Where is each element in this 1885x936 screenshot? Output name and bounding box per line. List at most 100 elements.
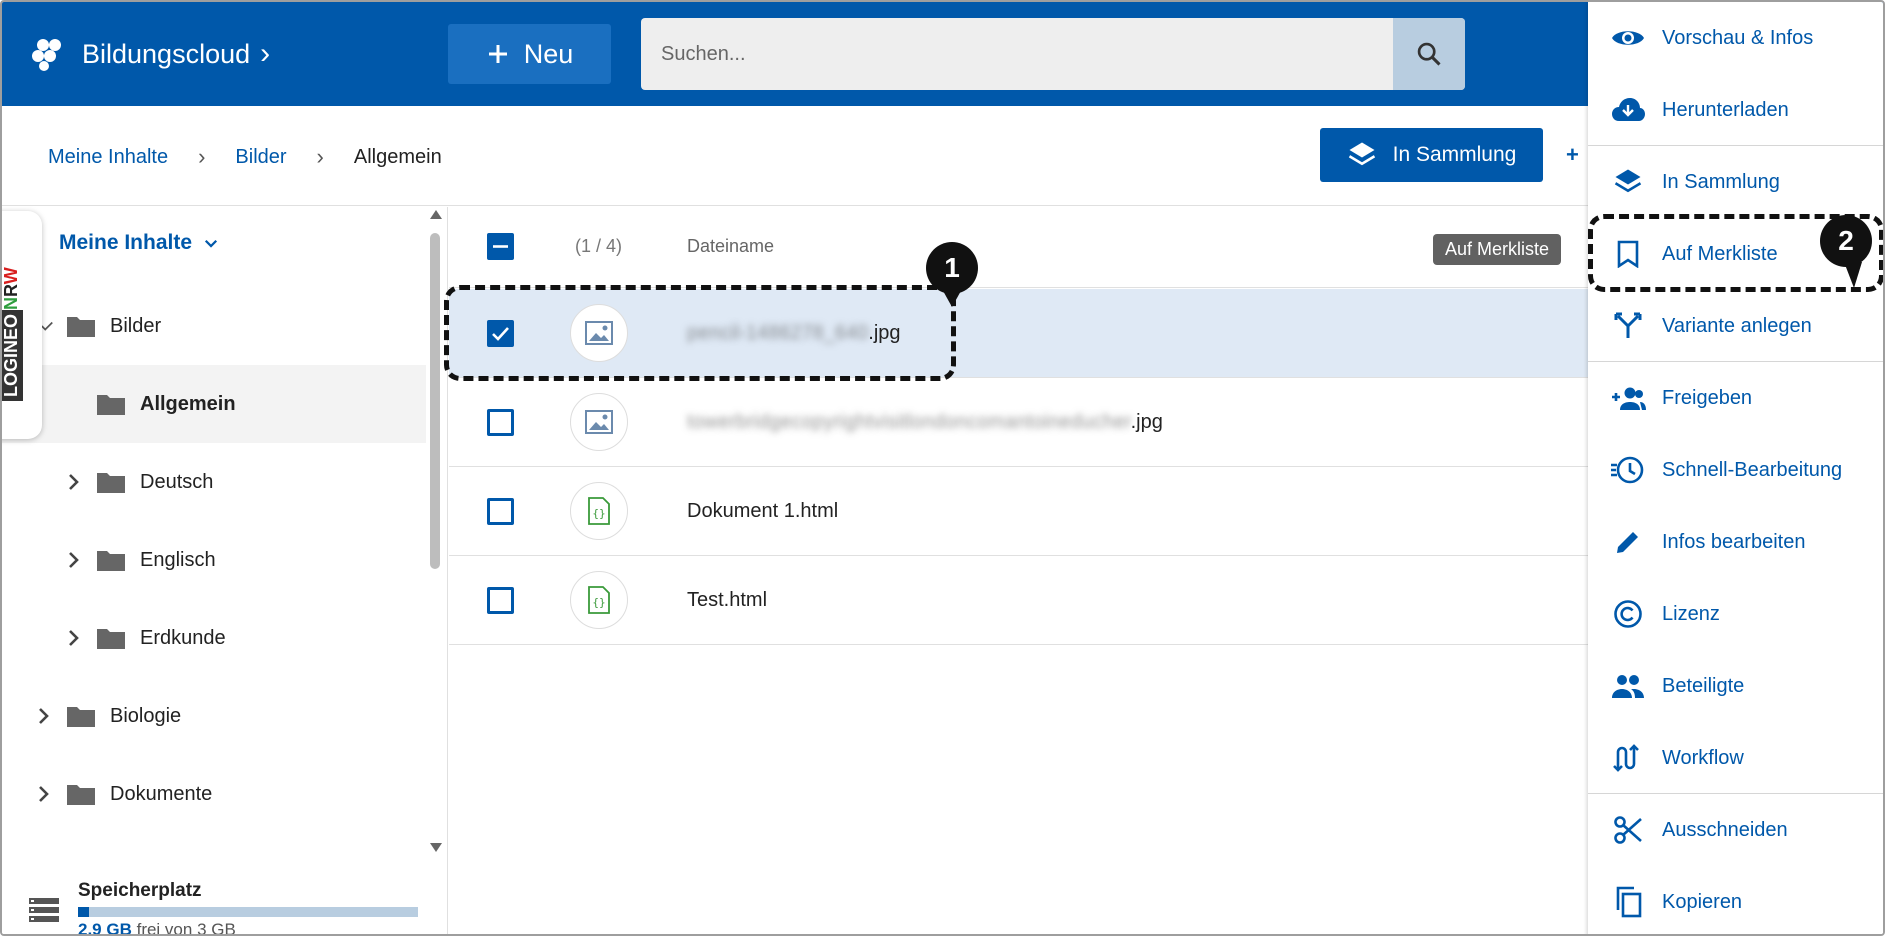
- menu-item-copy[interactable]: Kopieren: [1588, 866, 1883, 934]
- logo-letter-w: W: [1, 267, 21, 285]
- search-button[interactable]: [1393, 18, 1465, 90]
- menu-item-add-to-collection[interactable]: In Sammlung: [1588, 146, 1883, 218]
- search-input[interactable]: [641, 18, 1393, 90]
- menu-item-share[interactable]: Freigeben: [1588, 362, 1883, 434]
- file-name[interactable]: towerbridgecopyrightvisitlondoncomantoin…: [687, 411, 1163, 434]
- pencil-icon: [1610, 524, 1646, 560]
- file-row[interactable]: towerbridgecopyrightvisitlondoncomantoin…: [449, 378, 1589, 467]
- tree-item-deutsch[interactable]: Deutsch: [2, 443, 426, 521]
- menu-item-label: Freigeben: [1662, 386, 1753, 409]
- person-add-icon: [1610, 380, 1646, 416]
- menu-item-edit-info[interactable]: Infos bearbeiten: [1588, 506, 1883, 578]
- fork-icon: [1610, 308, 1646, 344]
- file-extension: .jpg: [1130, 411, 1163, 433]
- workflow-icon: [1610, 740, 1646, 776]
- tree-root-meine-inhalte[interactable]: Meine Inhalte: [59, 231, 220, 255]
- chevron-right-icon: ›: [316, 144, 324, 169]
- menu-item-label: Kopieren: [1662, 890, 1743, 913]
- storage-free-suffix: frei von 3 GB: [136, 920, 236, 936]
- html-file-icon: {}: [570, 482, 628, 540]
- tree-item-allgemein[interactable]: Allgemein: [2, 365, 426, 443]
- search-icon: [1417, 42, 1441, 66]
- folder-icon: [96, 548, 126, 572]
- cloud-download-icon: [1610, 92, 1646, 128]
- storage-free-value: 2,9 GB: [78, 920, 132, 936]
- chevron-right-icon: [66, 472, 82, 492]
- history-fast-icon: [1610, 452, 1646, 488]
- menu-item-label: Herunterladen: [1662, 98, 1789, 121]
- annotation-number: 2: [1838, 225, 1854, 256]
- svg-text:{}: {}: [592, 596, 605, 609]
- annotation-marker-2: 2: [1819, 214, 1873, 288]
- chevron-right-icon: [36, 784, 52, 804]
- new-button-label: Neu: [523, 38, 574, 69]
- menu-item-workflow[interactable]: Workflow: [1588, 722, 1883, 794]
- folder-sidebar: Meine Inhalte Bilder Allgemein Deutsch E…: [1, 207, 448, 936]
- tree-item-label: Allgemein: [140, 392, 236, 415]
- scroll-down-arrow-icon[interactable]: [429, 841, 443, 853]
- breadcrumb-item-bilder[interactable]: Bilder: [235, 146, 286, 169]
- folder-icon: [66, 704, 96, 728]
- tree-item-biologie[interactable]: Biologie: [2, 677, 426, 755]
- file-name[interactable]: Test.html: [687, 589, 767, 612]
- select-all-checkbox[interactable]: [487, 233, 514, 260]
- folder-icon: [96, 392, 126, 416]
- breadcrumb-item-meine-inhalte[interactable]: Meine Inhalte: [48, 146, 168, 169]
- logineo-nrw-badge[interactable]: LOGINEONRW: [1, 211, 42, 439]
- copy-icon: [1610, 884, 1646, 920]
- search-box: [641, 18, 1465, 90]
- row-checkbox[interactable]: [487, 498, 514, 525]
- new-button[interactable]: Neu: [448, 24, 611, 84]
- menu-item-download[interactable]: Herunterladen: [1588, 74, 1883, 146]
- tree-item-dokumente[interactable]: Dokumente: [2, 755, 426, 833]
- scroll-up-arrow-icon[interactable]: [429, 209, 443, 221]
- file-name[interactable]: Dokument 1.html: [687, 500, 838, 523]
- copyright-icon: [1610, 596, 1646, 632]
- row-checkbox[interactable]: [487, 409, 514, 436]
- annotation-marker-1: 1: [925, 241, 979, 307]
- tree-item-englisch[interactable]: Englisch: [2, 521, 426, 599]
- annotation-number: 1: [944, 252, 960, 283]
- menu-item-label: Infos bearbeiten: [1662, 530, 1806, 553]
- menu-item-label: Ausschneiden: [1662, 818, 1788, 841]
- tree-item-erdkunde[interactable]: Erdkunde: [2, 599, 426, 677]
- tree-item-label: Erdkunde: [140, 626, 226, 649]
- file-row[interactable]: {} Dokument 1.html: [449, 467, 1589, 556]
- menu-item-cut[interactable]: Ausschneiden: [1588, 794, 1883, 866]
- tree-item-bilder[interactable]: Bilder: [2, 287, 426, 365]
- layers-icon: [1610, 164, 1646, 200]
- share-button-partial[interactable]: +: [1566, 142, 1579, 168]
- menu-item-label: Beteiligte: [1662, 674, 1745, 697]
- menu-item-license[interactable]: Lizenz: [1588, 578, 1883, 650]
- folder-icon: [96, 626, 126, 650]
- chevron-right-icon: [66, 550, 82, 570]
- tree-root-label: Meine Inhalte: [59, 231, 193, 254]
- eye-icon: [1610, 20, 1646, 56]
- hexagon-logo-icon: [32, 39, 61, 71]
- people-icon: [1610, 668, 1646, 704]
- menu-item-contributors[interactable]: Beteiligte: [1588, 650, 1883, 722]
- chevron-right-icon: [66, 628, 82, 648]
- sidebar-scroll-thumb[interactable]: [430, 233, 440, 569]
- brand-menu[interactable]: Bildungscloud ›: [32, 34, 270, 74]
- tree-item-label: Dokumente: [110, 782, 213, 805]
- menu-item-create-variant[interactable]: Variante anlegen: [1588, 290, 1883, 362]
- storage-progress-fill: [78, 907, 90, 917]
- context-menu: Vorschau & Infos Herunterladen In Sammlu…: [1588, 2, 1883, 934]
- add-to-collection-button[interactable]: In Sammlung: [1320, 128, 1543, 182]
- menu-item-preview[interactable]: Vorschau & Infos: [1588, 2, 1883, 74]
- menu-item-label: Workflow: [1662, 746, 1744, 769]
- selection-count: (1 / 4): [575, 236, 623, 256]
- image-file-icon: [570, 393, 628, 451]
- file-row[interactable]: {} Test.html: [449, 556, 1589, 645]
- column-header-filename[interactable]: Dateiname: [687, 236, 774, 257]
- menu-item-quick-edit[interactable]: Schnell-Bearbeitung: [1588, 434, 1883, 506]
- file-name-blurred: towerbridgecopyrightvisitlondoncomantoin…: [687, 411, 1131, 433]
- chevron-right-icon: ›: [198, 144, 206, 169]
- row-checkbox[interactable]: [487, 587, 514, 614]
- tree-item-label: Englisch: [140, 548, 216, 571]
- storage-icon: [29, 898, 59, 922]
- scissors-icon: [1610, 812, 1646, 848]
- tree-item-label: Biologie: [110, 704, 182, 727]
- storage-progress-bar: [78, 907, 418, 917]
